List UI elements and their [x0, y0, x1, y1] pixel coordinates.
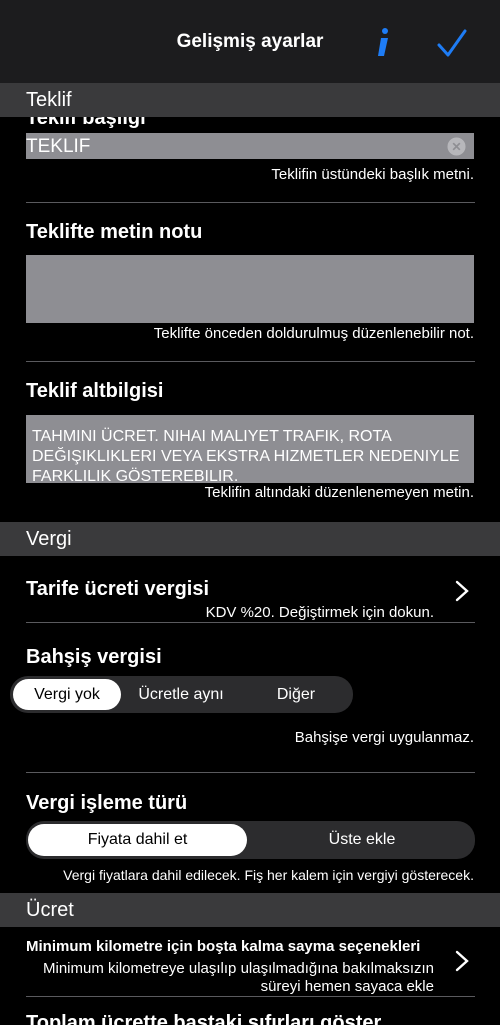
min-km-row[interactable]: Minimum kilometre için boşta kalma sayma…: [0, 930, 500, 996]
altbilgi-value: TAHMINI ÜCRET. NIHAI MALIYET TRAFIK, ROT…: [32, 428, 460, 483]
altbilgi-label: Teklif altbilgisi: [26, 380, 164, 402]
section-header-vergi: Vergi: [0, 522, 500, 556]
section-header-teklif: Teklif: [0, 83, 500, 117]
teklif-basligi-caption: Teklifin üstündeki başlık metni.: [271, 166, 474, 183]
metin-notu-label: Teklifte metin notu: [26, 221, 203, 243]
metin-notu-textarea[interactable]: [26, 255, 474, 323]
section-title: Ücret: [26, 899, 74, 921]
chevron-right-icon: [455, 580, 469, 602]
min-km-label: Minimum kilometre için boşta kalma sayma…: [26, 938, 421, 955]
page-title: Gelişmiş ayarlar: [176, 31, 324, 52]
toplam-row-clip: Toplam ücrette baştaki sıfırları göster: [0, 1010, 500, 1025]
info-icon[interactable]: [372, 26, 394, 60]
tarife-vergisi-label: Tarife ücreti vergisi: [26, 578, 210, 600]
section-header-ucret: Ücret: [0, 893, 500, 927]
teklif-basligi-value: TEKLIF: [26, 136, 91, 157]
toplam-label: Toplam ücrette baştaki sıfırları göster: [26, 1012, 382, 1025]
checkmark-icon[interactable]: [436, 28, 468, 60]
divider: [26, 772, 475, 773]
vergi-isleme-label: Vergi işleme türü: [26, 792, 188, 814]
tarife-vergisi-row[interactable]: Tarife ücreti vergisi KDV %20. Değiştirm…: [0, 562, 500, 622]
chevron-right-icon: [455, 950, 469, 972]
segment-uste-ekle[interactable]: Üste ekle: [249, 821, 475, 859]
altbilgi-caption: Teklifin altındaki düzenlenemeyen metin.: [204, 484, 474, 501]
altbilgi-textarea[interactable]: TAHMINI ÜCRET. NIHAI MALIYET TRAFIK, ROT…: [26, 415, 474, 483]
vergi-isleme-segmented-control: Fiyata dahil et Üste ekle: [26, 821, 475, 859]
bahsis-vergisi-caption: Bahşişe vergi uygulanmaz.: [294, 729, 474, 746]
metin-notu-caption: Teklifte önceden doldurulmuş düzenlenebi…: [153, 325, 474, 342]
bahsis-vergisi-label: Bahşiş vergisi: [26, 646, 162, 668]
clear-icon[interactable]: [447, 137, 466, 156]
tarife-vergisi-caption: KDV %20. Değiştirmek için dokun.: [205, 604, 434, 621]
min-km-caption-1: Minimum kilometreye ulaşılıp ulaşılmadığ…: [43, 960, 434, 977]
section-title: Vergi: [26, 528, 72, 550]
divider: [26, 361, 475, 362]
segment-diger[interactable]: Diğer: [241, 676, 351, 713]
navigation-bar: Gelişmiş ayarlar: [0, 0, 500, 83]
min-km-caption-2: süreyi hemen sayaca ekle: [260, 978, 434, 995]
teklif-basligi-label: Teklif başlığı: [26, 117, 146, 129]
segment-ucretle-ayni[interactable]: Ücretle aynı: [121, 676, 241, 713]
divider: [26, 202, 475, 203]
divider: [26, 996, 475, 997]
vergi-isleme-caption: Vergi fiyatlara dahil edilecek. Fiş her …: [63, 867, 474, 883]
segment-vergi-yok[interactable]: Vergi yok: [13, 679, 121, 710]
segment-fiyata-dahil-et[interactable]: Fiyata dahil et: [28, 824, 247, 856]
section-title: Teklif: [26, 89, 72, 111]
teklif-basligi-input[interactable]: TEKLIF: [26, 133, 474, 159]
divider: [26, 622, 475, 623]
bahsis-vergisi-segmented-control: Vergi yok Ücretle aynı Diğer: [10, 676, 353, 713]
